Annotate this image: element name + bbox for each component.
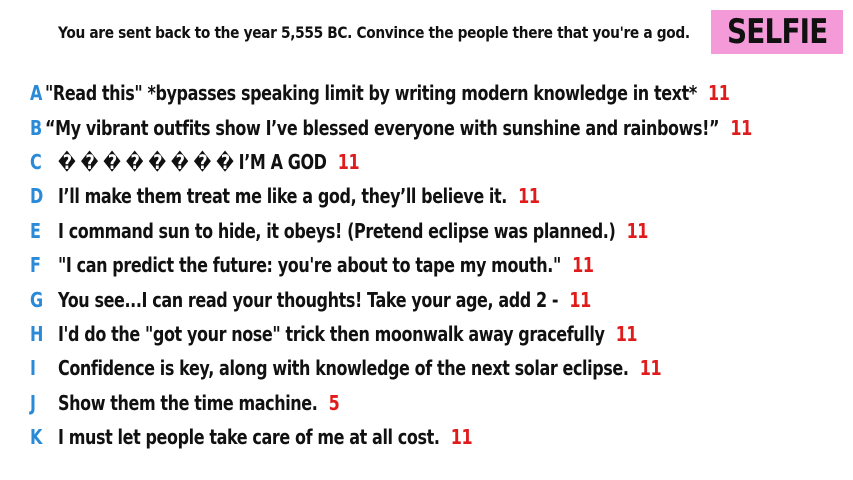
- answer-item: D I’ll make them treat me like a god, th…: [30, 179, 830, 213]
- answer-letter: G: [30, 287, 44, 312]
- answer-score: 11: [708, 81, 730, 106]
- answer-score: 11: [569, 287, 591, 312]
- answer-text: Show them the time machine.: [58, 390, 318, 415]
- answer-list: A "Read this" *bypasses speaking limit b…: [30, 76, 830, 454]
- answer-item: G You see...I can read your thoughts! Ta…: [30, 282, 830, 316]
- answer-item: C � � � � � � � � I’M A GOD 11: [30, 145, 830, 179]
- answer-text-wrap: I'd do the "got your nose" trick then mo…: [58, 321, 638, 346]
- answer-score: 5: [328, 390, 340, 415]
- answer-letter: J: [30, 390, 36, 415]
- answer-text-wrap: I’ll make them treat me like a god, they…: [58, 184, 540, 208]
- answer-text-wrap: "Read this" *bypasses speaking limit by …: [45, 81, 730, 106]
- answer-text: “My vibrant outfits show I’ve blessed ev…: [45, 115, 720, 140]
- answer-text: � � � � � � � � I’M A GOD: [58, 149, 327, 174]
- answer-text-wrap: Confidence is key, along with knowledge …: [58, 356, 662, 381]
- answer-score: 11: [626, 218, 649, 243]
- answer-text-wrap: You see...I can read your thoughts! Take…: [58, 288, 591, 312]
- answer-text: I must let people take care of me at all…: [58, 425, 440, 450]
- answer-text-wrap: "I can predict the future: you're about …: [58, 253, 594, 277]
- answer-score: 11: [337, 149, 360, 174]
- answer-letter: K: [30, 425, 43, 450]
- answer-item: A "Read this" *bypasses speaking limit b…: [30, 76, 830, 110]
- answer-item: B “My vibrant outfits show I’ve blessed …: [30, 110, 830, 144]
- answer-letter: C: [30, 149, 42, 174]
- selfie-badge: SELFIE: [711, 10, 843, 54]
- answer-letter: F: [30, 253, 41, 278]
- answer-text: "Read this" *bypasses speaking limit by …: [45, 81, 698, 106]
- answer-letter: B: [30, 115, 43, 140]
- answer-score: 11: [572, 253, 594, 278]
- answer-text-wrap: I must let people take care of me at all…: [58, 425, 473, 450]
- answer-score: 11: [450, 425, 473, 450]
- question-prompt: You are sent back to the year 5,555 BC. …: [58, 23, 690, 42]
- answer-text: I’ll make them treat me like a god, they…: [58, 184, 507, 209]
- answer-text: I'd do the "got your nose" trick then mo…: [58, 321, 605, 346]
- answer-letter: E: [30, 218, 41, 243]
- badge-label: SELFIE: [726, 12, 828, 52]
- answer-text-wrap: I command sun to hide, it obeys! (Preten…: [58, 219, 648, 243]
- answer-item: J Show them the time machine. 5: [30, 386, 830, 420]
- answer-text-wrap: � � � � � � � � I’M A GOD 11: [58, 149, 360, 174]
- answer-text: You see...I can read your thoughts! Take…: [58, 287, 559, 312]
- answer-item: K I must let people take care of me at a…: [30, 420, 830, 454]
- answer-score: 11: [615, 321, 638, 346]
- answer-score: 11: [730, 115, 753, 140]
- answer-text-wrap: Show them the time machine. 5: [58, 390, 340, 415]
- answer-letter: H: [30, 321, 44, 346]
- answer-text-wrap: “My vibrant outfits show I’ve blessed ev…: [45, 116, 752, 140]
- answer-text: "I can predict the future: you're about …: [58, 253, 561, 278]
- answer-item: E I command sun to hide, it obeys! (Pret…: [30, 214, 830, 248]
- answer-letter: D: [30, 184, 44, 209]
- answer-letter: A: [30, 81, 43, 106]
- answer-item: H I'd do the "got your nose" trick then …: [30, 317, 830, 351]
- answer-letter: I: [30, 356, 36, 381]
- answer-score: 11: [518, 184, 540, 209]
- answer-text: I command sun to hide, it obeys! (Preten…: [58, 218, 616, 243]
- answer-item: F "I can predict the future: you're abou…: [30, 248, 830, 282]
- answer-text: Confidence is key, along with knowledge …: [58, 356, 629, 381]
- answer-score: 11: [639, 356, 662, 381]
- answer-item: I Confidence is key, along with knowledg…: [30, 351, 830, 385]
